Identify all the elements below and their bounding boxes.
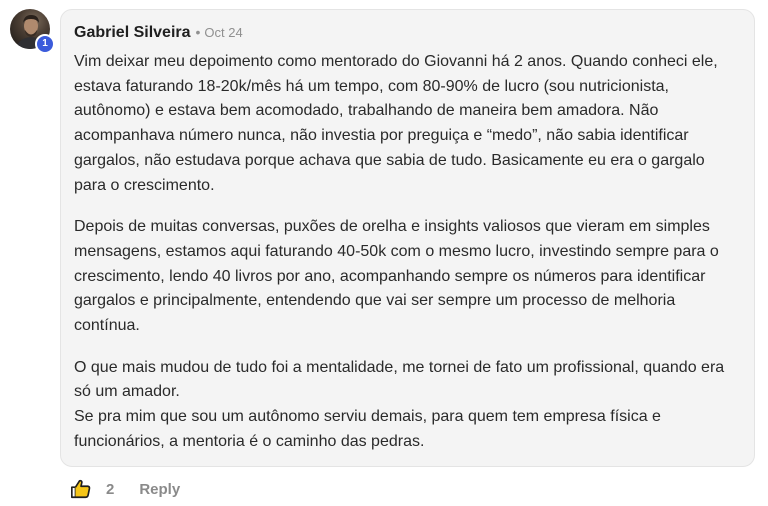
like-button[interactable]: 2 (70, 478, 114, 500)
author-name[interactable]: Gabriel Silveira (74, 24, 191, 42)
comment-header: Gabriel Silveira • Oct 24 (74, 24, 740, 44)
comment-paragraph: Depois de muitas conversas, puxões de or… (74, 218, 719, 335)
comment: 1 Gabriel Silveira • Oct 24 Vim deixar m… (0, 0, 768, 506)
comment-paragraph: O que mais mudou de tudo foi a mentalida… (74, 358, 725, 450)
reply-button[interactable]: Reply (139, 481, 180, 498)
comment-body: Vim deixar meu depoimento como mentorado… (74, 50, 740, 455)
avatar-container[interactable]: 1 (10, 9, 55, 54)
comment-bubble: Gabriel Silveira • Oct 24 Vim deixar meu… (60, 9, 755, 467)
thumbs-up-icon (71, 479, 91, 499)
comment-paragraph: Vim deixar meu depoimento como mentorado… (74, 53, 718, 194)
meta-separator: • (195, 24, 201, 40)
comment-date[interactable]: Oct 24 (204, 25, 242, 40)
like-count: 2 (106, 480, 115, 498)
level-badge: 1 (35, 34, 55, 54)
comment-actions: 2 Reply (70, 477, 180, 501)
